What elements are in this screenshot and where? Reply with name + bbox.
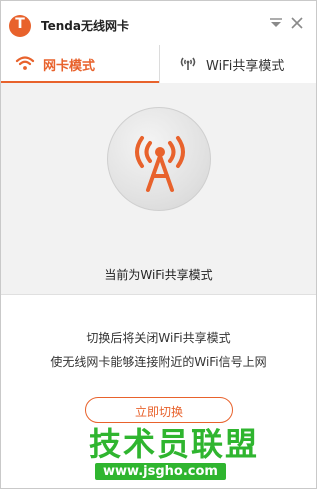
- minimize-icon: [270, 18, 282, 27]
- current-mode-status: 当前为WiFi共享模式: [104, 268, 213, 282]
- description-line-2: 使无线网卡能够连接附近的WiFi信号上网: [50, 355, 267, 369]
- tenda-logo-icon: T: [9, 15, 31, 37]
- mode-tabs: 网卡模式 WiFi共享模式: [1, 45, 316, 83]
- watermark-url: www.jsgho.com: [95, 463, 226, 480]
- antenna-icon: [180, 57, 196, 70]
- status-circle: [107, 107, 211, 211]
- watermark-text: 技术员联盟: [89, 425, 260, 463]
- window-title: Tenda无线网卡: [41, 19, 129, 33]
- status-panel: 当前为WiFi共享模式: [1, 83, 316, 295]
- app-window: T Tenda无线网卡 网卡模式 WiFi共享模式 当前为WiFi共享模式 切换…: [0, 0, 317, 489]
- minimize-button[interactable]: [267, 14, 285, 32]
- description-line-1: 切换后将关闭WiFi共享模式: [86, 331, 231, 345]
- wifi-icon: [15, 56, 35, 70]
- title-bar[interactable]: T Tenda无线网卡: [1, 1, 316, 45]
- broadcast-tower-icon: [135, 136, 185, 192]
- tab-adapter-mode-label: 网卡模式: [43, 59, 96, 74]
- logo-letter: T: [15, 16, 25, 32]
- watermark: 技术员联盟 www.jsgho.com: [89, 419, 289, 487]
- close-button[interactable]: [288, 14, 306, 32]
- tab-wifi-share-mode-label: WiFi共享模式: [206, 59, 285, 74]
- tab-wifi-share-mode[interactable]: WiFi共享模式: [159, 45, 316, 83]
- switch-now-label: 立即切换: [134, 405, 183, 419]
- tab-adapter-mode[interactable]: 网卡模式: [1, 45, 159, 83]
- close-icon: [291, 17, 303, 29]
